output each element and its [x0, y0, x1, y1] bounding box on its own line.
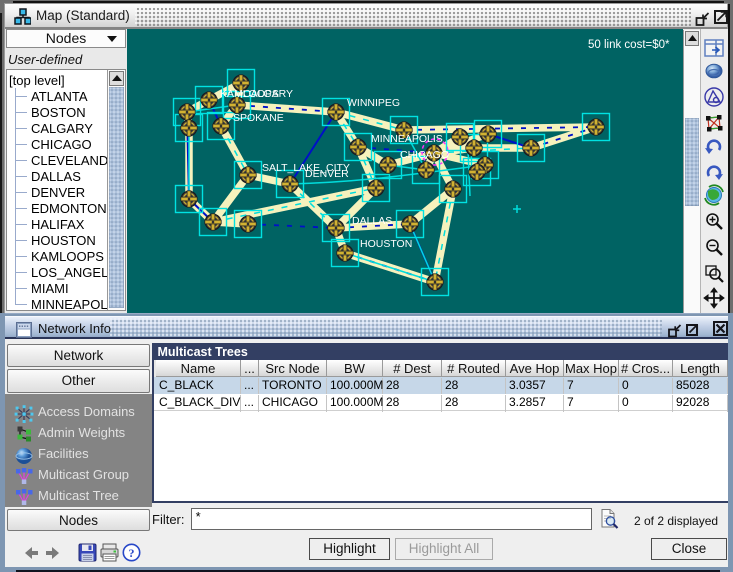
svg-text:HOUSTON: HOUSTON	[360, 238, 412, 250]
svg-text:MINNEAPOLIS: MINNEAPOLIS	[371, 133, 443, 145]
svg-text:DENVER: DENVER	[305, 168, 349, 180]
svg-text:WINNIPEG: WINNIPEG	[347, 97, 400, 109]
svg-text:CHICAGO: CHICAGO	[400, 149, 449, 161]
svg-text:50 link cost=$0*: 50 link cost=$0*	[588, 39, 670, 51]
svg-text:SPOKANE: SPOKANE	[233, 112, 284, 124]
svg-text:?: ?	[129, 546, 135, 560]
svg-text:KAMLOOPS: KAMLOOPS	[220, 88, 279, 100]
svg-text:DALLAS: DALLAS	[352, 215, 392, 227]
